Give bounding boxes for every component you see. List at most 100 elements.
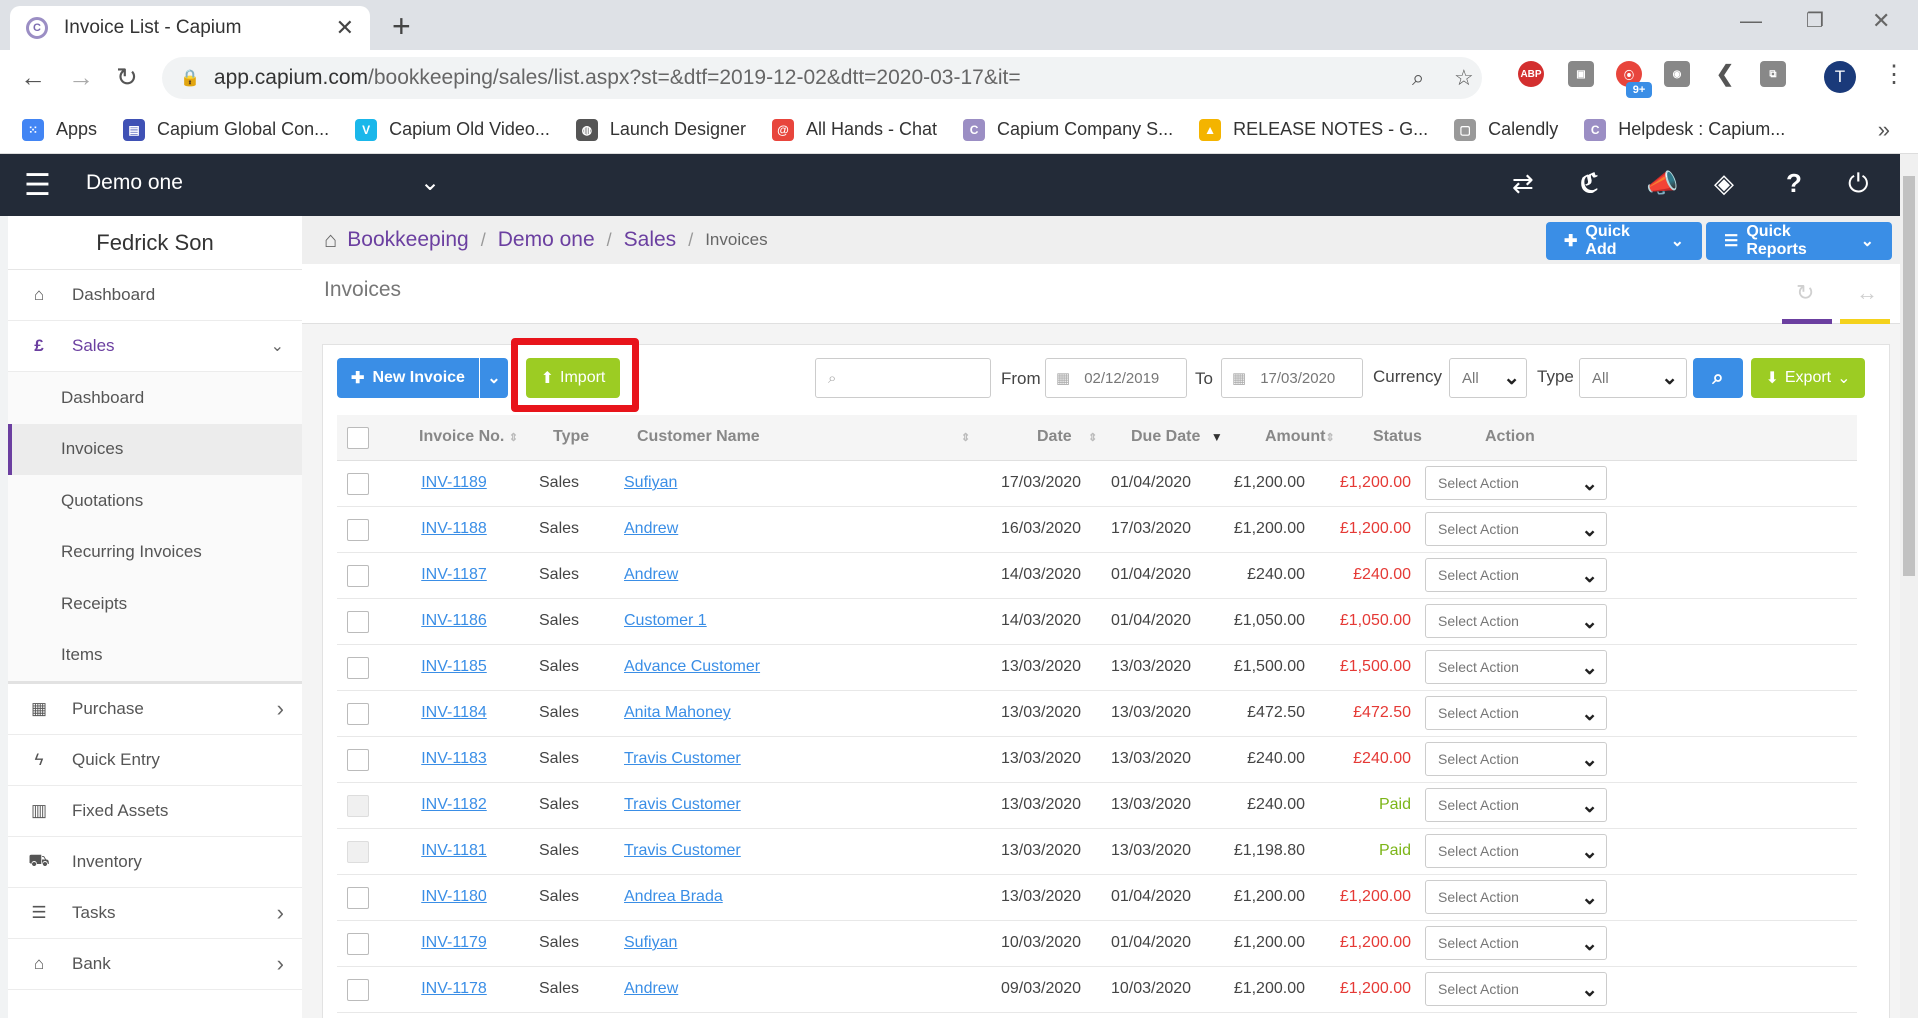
row-checkbox[interactable] <box>347 657 369 679</box>
copy-icon[interactable]: ⧉ <box>1760 61 1786 87</box>
to-date-input[interactable]: ▦ 17/03/2020 <box>1221 358 1363 398</box>
row-checkbox[interactable] <box>347 933 369 955</box>
bookmark-item[interactable]: @ All Hands - Chat <box>771 118 937 141</box>
invoice-number-link[interactable]: INV-1184 <box>414 704 494 722</box>
select-action-dropdown[interactable]: Select Action ⌄ <box>1425 788 1607 822</box>
browser-tab[interactable]: C Invoice List - Capium ✕ <box>10 6 370 50</box>
from-date-input[interactable]: ▦ 02/12/2019 <box>1045 358 1187 398</box>
invoice-number-link[interactable]: INV-1179 <box>414 934 494 952</box>
sidebar-subitem-dashboard[interactable]: Dashboard <box>8 372 302 424</box>
currency-select[interactable]: All ⌄ <box>1449 358 1527 398</box>
row-checkbox[interactable] <box>347 887 369 909</box>
row-checkbox[interactable] <box>347 979 369 1001</box>
invoice-number-link[interactable]: INV-1178 <box>414 980 494 998</box>
bookmark-item[interactable]: C Capium Company S... <box>963 118 1173 141</box>
customer-name-link[interactable]: Sufiyan <box>624 474 677 492</box>
row-checkbox[interactable] <box>347 519 369 541</box>
switch-icon[interactable]: ⇄ <box>1512 168 1534 199</box>
new-invoice-dropdown[interactable]: ⌄ <box>480 358 508 398</box>
bookmark-item[interactable]: ◍ Launch Designer <box>575 118 746 141</box>
invoice-number-link[interactable]: INV-1186 <box>414 612 494 630</box>
customer-name-link[interactable]: Andrew <box>624 520 678 538</box>
select-action-dropdown[interactable]: Select Action ⌄ <box>1425 466 1607 500</box>
customer-name-link[interactable]: Travis Customer <box>624 842 741 860</box>
row-checkbox[interactable] <box>347 749 369 771</box>
sidebar-item-dashboard[interactable]: ⌂ Dashboard <box>8 270 302 321</box>
search-input[interactable]: ⌕ <box>815 358 991 398</box>
sidebar-subitem-invoices[interactable]: Invoices <box>8 423 302 475</box>
forward-icon[interactable]: → <box>68 62 94 93</box>
invoice-number-link[interactable]: INV-1181 <box>414 842 494 860</box>
customer-name-link[interactable]: Andrew <box>624 566 678 584</box>
col-date[interactable]: Date ⇕ <box>1037 428 1097 446</box>
megaphone-icon[interactable]: 📣 <box>1646 168 1678 199</box>
select-action-dropdown[interactable]: Select Action ⌄ <box>1425 880 1607 914</box>
customer-name-link[interactable]: Andrea Brada <box>624 888 723 906</box>
customer-name-link[interactable]: Sufiyan <box>624 934 677 952</box>
url-bar[interactable]: 🔒 app.capium.com/bookkeeping/sales/list.… <box>162 57 1482 99</box>
customer-name-link[interactable]: Travis Customer <box>624 796 741 814</box>
power-icon[interactable]: ⏻ <box>1848 168 1869 200</box>
type-select[interactable]: All ⌄ <box>1579 358 1687 398</box>
camera-icon[interactable]: ◉ <box>1664 61 1690 87</box>
export-button[interactable]: ⬇ Export ⌄ <box>1751 358 1865 398</box>
reload-icon[interactable]: ↻ <box>116 62 138 93</box>
select-action-dropdown[interactable]: Select Action ⌄ <box>1425 834 1607 868</box>
sidebar-item-sales[interactable]: £ Sales ⌄ <box>8 321 302 372</box>
col-due-date[interactable]: Due Date ▼ <box>1131 428 1223 446</box>
bookmark-item[interactable]: ▢ Calendly <box>1454 118 1558 141</box>
invoice-number-link[interactable]: INV-1188 <box>414 520 494 538</box>
sidebar-subitem-recurring-invoices[interactable]: Recurring Invoices <box>8 527 302 579</box>
profile-avatar[interactable]: T <box>1824 61 1856 93</box>
select-all-checkbox[interactable] <box>347 427 369 449</box>
sort-icon[interactable]: ⇕ <box>961 428 970 446</box>
select-action-dropdown[interactable]: Select Action ⌄ <box>1425 696 1607 730</box>
menu-kebab-icon[interactable]: ⋮ <box>1882 60 1906 89</box>
breadcrumb-company[interactable]: Demo one <box>498 228 595 252</box>
select-action-dropdown[interactable]: Select Action ⌄ <box>1425 972 1607 1006</box>
sidebar-item-purchase[interactable]: ▦ Purchase › <box>8 684 302 735</box>
sidebar-subitem-receipts[interactable]: Receipts <box>8 578 302 630</box>
help-icon[interactable]: ? <box>1786 168 1802 199</box>
invoice-number-link[interactable]: INV-1189 <box>414 474 494 492</box>
window-close-icon[interactable]: ✕ <box>1872 8 1890 34</box>
refresh-icon[interactable]: ↻ <box>1796 280 1814 306</box>
select-action-dropdown[interactable]: Select Action ⌄ <box>1425 558 1607 592</box>
home-icon[interactable]: ⌂ <box>324 227 337 253</box>
bookmark-item[interactable]: C Helpdesk : Capium... <box>1584 118 1785 141</box>
capium-logo-icon[interactable]: ℭ <box>1580 168 1598 199</box>
col-amount[interactable]: Amount⇕ <box>1265 428 1335 446</box>
invoice-number-link[interactable]: INV-1187 <box>414 566 494 584</box>
customer-name-link[interactable]: Customer 1 <box>624 612 707 630</box>
customer-name-link[interactable]: Anita Mahoney <box>624 704 731 722</box>
zoom-icon[interactable]: ⌕ <box>1412 65 1424 91</box>
company-selector[interactable]: Demo one <box>86 171 183 195</box>
scrollbar-thumb[interactable] <box>1903 176 1915 576</box>
col-customer[interactable]: Customer Name <box>637 428 760 446</box>
select-action-dropdown[interactable]: Select Action ⌄ <box>1425 926 1607 960</box>
select-action-dropdown[interactable]: Select Action ⌄ <box>1425 742 1607 776</box>
invoice-number-link[interactable]: INV-1183 <box>414 750 494 768</box>
expand-icon[interactable]: ↔ <box>1856 280 1878 306</box>
row-checkbox[interactable] <box>347 703 369 725</box>
more-bookmarks-icon[interactable]: » <box>1878 117 1890 143</box>
row-checkbox[interactable] <box>347 611 369 633</box>
select-action-dropdown[interactable]: Select Action ⌄ <box>1425 650 1607 684</box>
bookmark-item[interactable]: ▤ Capium Global Con... <box>123 118 329 141</box>
hamburger-menu-icon[interactable]: ☰ <box>24 168 51 203</box>
sidebar-item-tasks[interactable]: ☰ Tasks › <box>8 888 302 939</box>
invoice-number-link[interactable]: INV-1185 <box>414 658 494 676</box>
select-action-dropdown[interactable]: Select Action ⌄ <box>1425 512 1607 546</box>
bookmark-item[interactable]: V Capium Old Video... <box>355 118 550 141</box>
close-tab-icon[interactable]: ✕ <box>336 15 354 41</box>
breadcrumb-sales[interactable]: Sales <box>624 228 677 252</box>
restore-icon[interactable]: ❐ <box>1806 8 1824 33</box>
customer-name-link[interactable]: Travis Customer <box>624 750 741 768</box>
capium-ext-icon[interactable]: ❮ <box>1712 61 1738 87</box>
ticket-icon[interactable]: ◈ <box>1714 168 1734 199</box>
col-type[interactable]: Type <box>553 428 589 446</box>
bookmark-item[interactable]: ⁙ Apps <box>22 118 97 141</box>
row-checkbox[interactable] <box>347 473 369 495</box>
sidebar-item-fixed-assets[interactable]: ▥ Fixed Assets <box>8 786 302 837</box>
new-tab-icon[interactable]: + <box>392 8 411 45</box>
